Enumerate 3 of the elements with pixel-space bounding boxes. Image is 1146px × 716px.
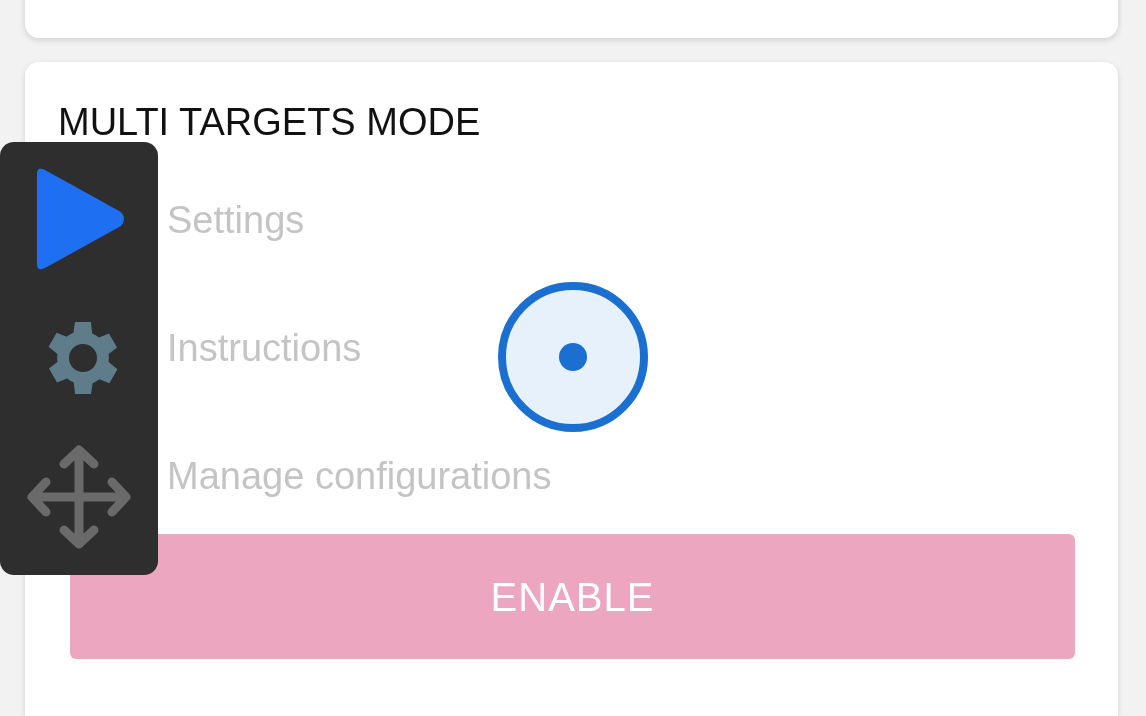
section-title: MULTI TARGETS MODE [58,102,481,142]
move-arrows-icon[interactable] [24,442,134,552]
target-marker[interactable] [497,281,649,433]
